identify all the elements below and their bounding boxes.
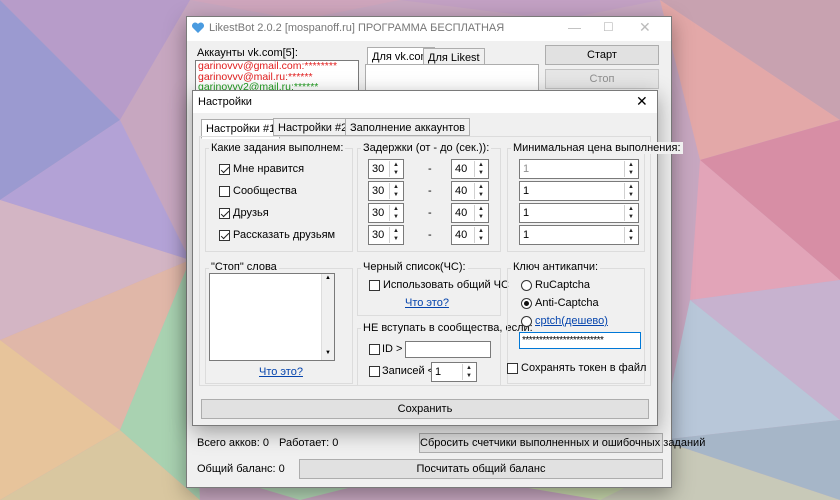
spinner-arrows[interactable]: ▲ ▼ bbox=[474, 205, 487, 221]
dialog-close-icon[interactable]: ✕ bbox=[636, 93, 648, 110]
settings-dialog: Настройки ✕ Настройки #1 Настройки #2 За… bbox=[192, 90, 683, 426]
spinner-arrows[interactable]: ▲ ▼ bbox=[389, 205, 402, 221]
delay-to-spinner[interactable]: 40 ▲ ▼ bbox=[451, 159, 489, 179]
min-price-spinner[interactable]: 1 ▲ ▼ bbox=[519, 181, 639, 201]
spinner-arrows[interactable]: ▲ ▼ bbox=[389, 227, 402, 243]
min-price-legend: Минимальная цена выполнения: bbox=[511, 142, 683, 154]
id-limit-label: ID > bbox=[382, 343, 403, 355]
spinner-arrows[interactable]: ▲ ▼ bbox=[624, 183, 637, 199]
rucaptcha-radio[interactable] bbox=[521, 280, 532, 291]
textarea-scrollbar[interactable]: ▲ ▼ bbox=[321, 274, 334, 360]
task-likes-checkbox[interactable] bbox=[219, 164, 230, 175]
anticaptcha-label: Anti-Captcha bbox=[535, 297, 599, 309]
delay-dash: - bbox=[428, 229, 432, 241]
delay-to-spinner[interactable]: 40 ▲ ▼ bbox=[451, 225, 489, 245]
account-item[interactable]: garinovvv@gmail.com:******** bbox=[196, 61, 358, 72]
task-communities-checkbox[interactable] bbox=[219, 186, 230, 197]
stop-button[interactable]: Стоп bbox=[545, 69, 659, 89]
spinner-arrows[interactable]: ▲ ▼ bbox=[389, 183, 402, 199]
captcha-key-input[interactable]: ************************ bbox=[519, 332, 641, 349]
spinner-arrows[interactable]: ▲ ▼ bbox=[462, 364, 475, 380]
id-limit-input[interactable] bbox=[405, 341, 491, 358]
minimize-icon[interactable]: — bbox=[568, 20, 581, 35]
stop-words-textarea[interactable]: ▲ ▼ bbox=[209, 273, 335, 361]
delay-from-spinner[interactable]: 30 ▲ ▼ bbox=[368, 203, 404, 223]
blacklist-legend: Черный список(ЧС): bbox=[361, 261, 468, 273]
use-common-blacklist-checkbox[interactable] bbox=[369, 280, 380, 291]
close-icon[interactable]: ✕ bbox=[639, 19, 651, 36]
dialog-title: Настройки bbox=[198, 96, 252, 108]
save-token-label: Сохранять токен в файл bbox=[521, 362, 647, 374]
min-price-spinner[interactable]: 1 ▲ ▼ bbox=[519, 159, 639, 179]
tasks-legend: Какие задания выполнем: bbox=[209, 142, 346, 154]
start-button[interactable]: Старт bbox=[545, 45, 659, 65]
spinner-arrows[interactable]: ▲ ▼ bbox=[624, 205, 637, 221]
min-price-spinner[interactable]: 1 ▲ ▼ bbox=[519, 225, 639, 245]
posts-limit-checkbox[interactable] bbox=[369, 366, 380, 377]
accounts-list[interactable]: garinovvv@gmail.com:******** garinovvv@ma… bbox=[195, 60, 359, 94]
rucaptcha-label: RuCaptcha bbox=[535, 279, 591, 291]
spinner-arrows[interactable]: ▲ ▼ bbox=[624, 227, 637, 243]
task-likes-label: Мне нравится bbox=[233, 163, 305, 175]
delay-from-spinner[interactable]: 30 ▲ ▼ bbox=[368, 181, 404, 201]
stop-words-help-link[interactable]: Что это? bbox=[259, 366, 303, 378]
accounts-label: Аккаунты vk.com[5]: bbox=[197, 47, 298, 59]
spinner-arrows[interactable]: ▲ ▼ bbox=[474, 227, 487, 243]
total-accounts: Всего акков: 0 bbox=[197, 437, 269, 449]
spinner-arrows[interactable]: ▲ ▼ bbox=[474, 183, 487, 199]
posts-limit-label: Записей < bbox=[382, 365, 435, 377]
task-communities-label: Сообщества bbox=[233, 185, 297, 197]
dialog-titlebar: Настройки ✕ bbox=[193, 91, 657, 113]
tab-fill-accounts[interactable]: Заполнение аккаунтов bbox=[345, 118, 471, 136]
blacklist-help-link[interactable]: Что это? bbox=[405, 297, 449, 309]
reset-counters-button[interactable]: Сбросить счетчики выполненных и ошибочны… bbox=[419, 433, 705, 453]
maximize-icon[interactable]: ☐ bbox=[603, 20, 614, 34]
save-button[interactable]: Сохранить bbox=[201, 399, 649, 419]
total-balance: Общий баланс: 0 bbox=[197, 463, 285, 475]
spinner-arrows[interactable]: ▲ ▼ bbox=[624, 161, 637, 177]
delay-dash: - bbox=[428, 185, 432, 197]
cptch-label[interactable]: cptch(дешево) bbox=[535, 315, 608, 327]
spinner-arrows[interactable]: ▲ ▼ bbox=[389, 161, 402, 177]
delay-from-spinner[interactable]: 30 ▲ ▼ bbox=[368, 225, 404, 245]
delay-to-spinner[interactable]: 40 ▲ ▼ bbox=[451, 203, 489, 223]
id-limit-checkbox[interactable] bbox=[369, 344, 380, 355]
delay-dash: - bbox=[428, 207, 432, 219]
working-count: Работает: 0 bbox=[279, 437, 339, 449]
save-token-checkbox[interactable] bbox=[507, 363, 518, 374]
cptch-radio[interactable] bbox=[521, 316, 532, 327]
delay-to-spinner[interactable]: 40 ▲ ▼ bbox=[451, 181, 489, 201]
count-balance-button[interactable]: Посчитать общий баланс bbox=[299, 459, 663, 479]
task-share-label: Рассказать друзьям bbox=[233, 229, 336, 241]
spinner-arrows[interactable]: ▲ ▼ bbox=[474, 161, 487, 177]
tab-settings-2[interactable]: Настройки #2 bbox=[273, 118, 353, 136]
delay-from-spinner[interactable]: 30 ▲ ▼ bbox=[368, 159, 404, 179]
task-friends-checkbox[interactable] bbox=[219, 208, 230, 219]
posts-limit-spinner[interactable]: 1 ▲ ▼ bbox=[431, 362, 477, 382]
use-common-blacklist-label: Использовать общий ЧС bbox=[383, 279, 509, 291]
delay-dash: - bbox=[428, 163, 432, 175]
captcha-legend: Ключ антикапчи: bbox=[511, 261, 601, 273]
stop-words-legend: "Стоп" слова bbox=[209, 261, 279, 273]
task-share-checkbox[interactable] bbox=[219, 230, 230, 241]
anticaptcha-radio[interactable] bbox=[521, 298, 532, 309]
main-window-title: LikestBot 2.0.2 [mospanoff.ru] ПРОГРАММА… bbox=[209, 22, 505, 34]
main-titlebar: LikestBot 2.0.2 [mospanoff.ru] ПРОГРАММА… bbox=[187, 17, 671, 41]
delays-legend: Задержки (от - до (сек.)): bbox=[361, 142, 492, 154]
min-price-spinner[interactable]: 1 ▲ ▼ bbox=[519, 203, 639, 223]
task-friends-label: Друзья bbox=[233, 207, 269, 219]
heart-icon bbox=[191, 21, 205, 35]
